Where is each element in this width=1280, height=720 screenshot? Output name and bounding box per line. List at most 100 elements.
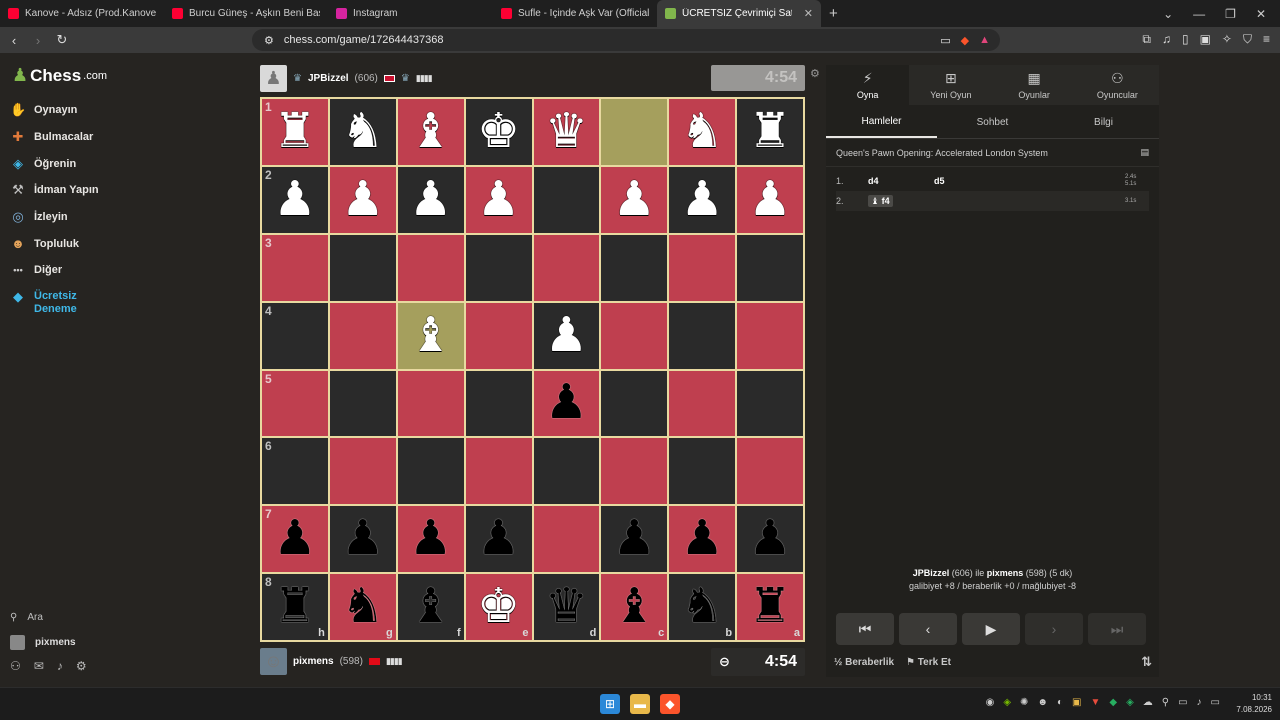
sidebar-item-di-er[interactable]: ••• Diğer: [10, 257, 99, 284]
sidebar-item-i-zleyin[interactable]: ◎ İzleyin: [10, 204, 99, 231]
board-square[interactable]: 7 ♟: [262, 506, 328, 573]
board-square[interactable]: [601, 370, 668, 437]
microphone-icon[interactable]: ⚲: [1162, 697, 1169, 708]
minimize-icon[interactable]: —: [1193, 7, 1205, 21]
chess-piece[interactable]: ♜: [749, 583, 792, 631]
board-square[interactable]: ♟: [533, 370, 600, 437]
browser-tab[interactable]: Burcu Güneş - Aşkın Beni Baştan Yaz: [164, 0, 328, 27]
chess-piece[interactable]: ♟: [477, 175, 520, 224]
board-square[interactable]: ♟: [329, 506, 396, 573]
chess-piece[interactable]: ♜: [273, 583, 316, 631]
board-square[interactable]: [397, 234, 464, 301]
volume-icon[interactable]: ♪: [1197, 697, 1202, 708]
board-square[interactable]: [669, 370, 736, 437]
chess-piece[interactable]: ♟: [273, 175, 316, 224]
board-square[interactable]: [737, 302, 803, 369]
brave-shield-icon[interactable]: ◆: [961, 34, 969, 47]
board-square[interactable]: [329, 302, 396, 369]
board-square[interactable]: ♛: [533, 99, 600, 165]
brave-browser-icon[interactable]: ◆: [660, 694, 680, 714]
reload-icon[interactable]: ↻: [52, 32, 72, 48]
board-square[interactable]: ♟: [465, 166, 532, 233]
draw-button[interactable]: ½ Beraberlik: [834, 657, 894, 668]
sidebar-icon[interactable]: ▯: [1182, 32, 1189, 47]
chess-piece[interactable]: ♛: [545, 583, 588, 631]
url-field[interactable]: ⚙ chess.com/game/172644437368 ▭ ◆ ▲: [252, 29, 1000, 51]
menu-icon[interactable]: ≡: [1263, 32, 1270, 47]
board-square[interactable]: ♟: [737, 166, 803, 233]
chess-piece[interactable]: ♟: [341, 515, 384, 563]
subtab-0[interactable]: Hamleler: [826, 107, 937, 138]
discord-icon[interactable]: ☻: [1037, 697, 1048, 708]
chess-piece[interactable]: ♟: [681, 515, 724, 563]
network-icon[interactable]: ▭: [1178, 697, 1187, 708]
tray-app-icon[interactable]: ◈: [1126, 697, 1134, 708]
leo-icon[interactable]: ✧: [1222, 32, 1232, 47]
chess-piece[interactable]: ♞: [341, 583, 384, 631]
board-square[interactable]: ♝: [397, 99, 464, 165]
maximize-icon[interactable]: ❐: [1225, 7, 1236, 21]
battery-icon[interactable]: ▭: [1211, 697, 1220, 708]
system-clock[interactable]: 10:31 7.08.2026: [1236, 692, 1272, 716]
next-move-button[interactable]: ›: [1025, 613, 1083, 645]
black-move[interactable]: d5: [934, 176, 1125, 186]
board-square[interactable]: [737, 370, 803, 437]
board-square[interactable]: [737, 234, 803, 301]
board-square[interactable]: ♟: [737, 506, 803, 573]
back-icon[interactable]: ‹: [4, 33, 24, 48]
chess-piece[interactable]: ♟: [545, 311, 588, 360]
site-info-icon[interactable]: ⚙: [264, 34, 274, 47]
tray-app-icon[interactable]: ▼: [1090, 697, 1100, 708]
chess-piece[interactable]: ♜: [749, 107, 792, 156]
bell-icon[interactable]: ♪: [57, 659, 63, 673]
chess-piece[interactable]: ♟: [681, 175, 724, 224]
white-move[interactable]: d4: [868, 176, 879, 186]
board-square[interactable]: ♚: [465, 99, 532, 165]
file-explorer-icon[interactable]: ▬: [630, 694, 650, 714]
board-square[interactable]: f ♝: [397, 574, 464, 640]
board-square[interactable]: [601, 99, 668, 165]
chess-piece[interactable]: ♟: [341, 175, 384, 224]
steam-icon[interactable]: ◐: [1057, 697, 1063, 708]
board-square[interactable]: 1 ♜: [262, 99, 328, 165]
board-square[interactable]: b ♞: [669, 574, 736, 640]
board-square[interactable]: ♟: [465, 506, 532, 573]
board-square[interactable]: ♟: [601, 506, 668, 573]
board-square[interactable]: ♟: [397, 166, 464, 233]
profile-link[interactable]: pixmens: [10, 630, 87, 655]
sidebar-item-free-trial[interactable]: ◆ Ücretsiz Deneme: [10, 284, 99, 324]
board-square[interactable]: [329, 234, 396, 301]
chess-piece[interactable]: ♟: [409, 515, 452, 563]
brave-rewards-icon[interactable]: ▲: [979, 34, 990, 47]
chess-piece[interactable]: ♟: [545, 379, 588, 427]
board-square[interactable]: d ♛: [533, 574, 600, 640]
board-square[interactable]: [397, 438, 464, 505]
chess-logo[interactable]: ♟ Chess .com: [12, 65, 107, 86]
wallet-icon[interactable]: ▣: [1200, 32, 1211, 47]
chess-piece[interactable]: ♟: [477, 515, 520, 563]
board-square[interactable]: ♟: [601, 166, 668, 233]
board-square[interactable]: ♝: [397, 302, 464, 369]
extensions-icon[interactable]: ⧉: [1142, 32, 1151, 47]
chess-piece[interactable]: ♞: [681, 583, 724, 631]
chess-piece[interactable]: ♛: [545, 107, 588, 156]
chess-piece[interactable]: ♟: [613, 175, 656, 224]
top-player-name[interactable]: JPBizzel: [308, 73, 349, 84]
board-square[interactable]: [465, 302, 532, 369]
selected-move[interactable]: ♝ f4: [868, 194, 893, 207]
last-move-button[interactable]: ⏭: [1088, 613, 1146, 645]
search-link[interactable]: ⚲ Ara: [10, 605, 87, 630]
tab-oyuncular[interactable]: ⚇ Oyuncular: [1076, 65, 1159, 105]
board-square[interactable]: ♞: [669, 99, 736, 165]
chess-piece[interactable]: ♝: [409, 311, 452, 360]
music-icon[interactable]: ♫: [1162, 32, 1171, 47]
sidebar-item--renin[interactable]: ◈ Öğrenin: [10, 150, 99, 177]
tab-yeni-oyun[interactable]: ⊞ Yeni Oyun: [909, 65, 992, 105]
vpn-icon[interactable]: ⛉: [1243, 32, 1252, 47]
browser-tab[interactable]: Sufle - İçinde Aşk Var (Official Au: [493, 0, 657, 27]
board-square[interactable]: ♟: [533, 302, 600, 369]
board-square[interactable]: [601, 234, 668, 301]
resign-button[interactable]: ⚑ Terk Et: [906, 657, 951, 668]
board-square[interactable]: ♜: [737, 99, 803, 165]
close-tab-icon[interactable]: ✕: [804, 7, 813, 20]
